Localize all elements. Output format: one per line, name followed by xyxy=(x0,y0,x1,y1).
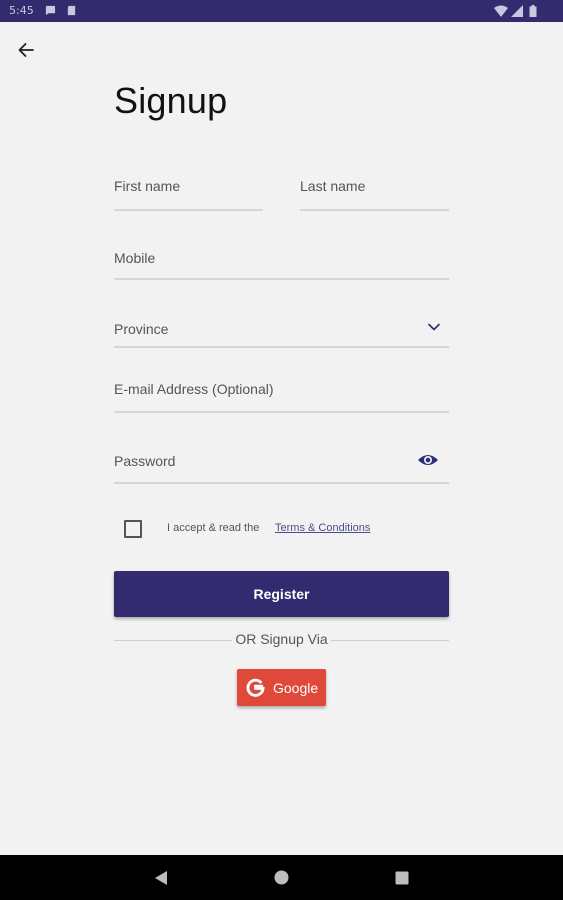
mobile-placeholder: Mobile xyxy=(114,250,156,266)
back-button[interactable] xyxy=(12,36,40,64)
system-nav-bar xyxy=(0,855,563,900)
signal-icon xyxy=(511,5,523,17)
back-triangle-icon[interactable] xyxy=(154,870,168,886)
home-circle-icon[interactable] xyxy=(274,870,289,885)
eye-icon[interactable] xyxy=(417,451,439,469)
password-field[interactable]: Password xyxy=(114,443,449,484)
first-name-placeholder: First name xyxy=(114,178,181,194)
google-signup-button[interactable]: Google xyxy=(237,669,326,706)
register-button[interactable]: Register xyxy=(114,571,449,617)
sd-card-icon xyxy=(67,5,76,16)
signup-screen: 5:45 Signup First name Last name Mobile … xyxy=(0,0,563,900)
battery-icon xyxy=(529,5,537,17)
status-time: 5:45 xyxy=(9,4,34,17)
province-placeholder: Province xyxy=(114,321,169,337)
mobile-field[interactable]: Mobile xyxy=(114,240,449,280)
or-divider: OR Signup Via xyxy=(114,630,449,650)
email-field[interactable]: E-mail Address (Optional) xyxy=(114,372,449,413)
status-bar: 5:45 xyxy=(0,0,563,22)
password-placeholder: Password xyxy=(114,453,176,469)
chat-bubble-icon xyxy=(45,5,56,16)
terms-link[interactable]: Terms & Conditions xyxy=(275,522,370,534)
wifi-icon xyxy=(494,5,508,17)
page-title: Signup xyxy=(114,80,228,121)
terms-text: I accept & read the xyxy=(167,522,260,534)
arrow-left-icon xyxy=(18,43,34,57)
recents-square-icon[interactable] xyxy=(395,871,409,885)
first-name-field[interactable]: First name xyxy=(114,168,263,211)
last-name-field[interactable]: Last name xyxy=(300,168,449,211)
email-placeholder: E-mail Address (Optional) xyxy=(114,381,274,397)
chevron-down-icon[interactable] xyxy=(427,320,441,334)
last-name-placeholder: Last name xyxy=(300,178,366,194)
terms-row: I accept & read the Terms & Conditions xyxy=(124,519,370,539)
google-label: Google xyxy=(273,680,319,696)
or-signup-via-text: OR Signup Via xyxy=(114,631,449,647)
province-dropdown[interactable]: Province xyxy=(114,310,449,348)
terms-checkbox[interactable] xyxy=(124,520,142,538)
google-g-icon xyxy=(246,678,265,697)
